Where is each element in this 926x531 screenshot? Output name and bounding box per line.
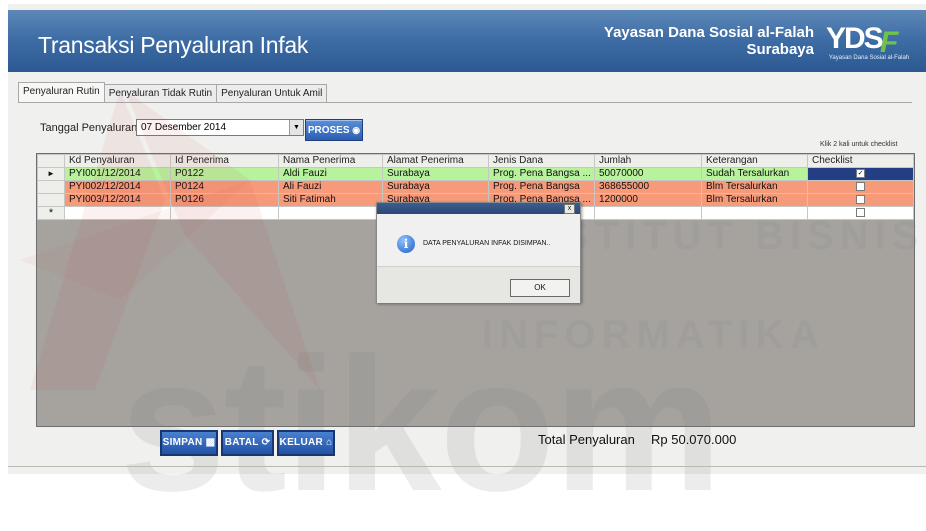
col-kd-penyaluran[interactable]: Kd Penyaluran (64, 154, 171, 168)
new-row-marker: * (37, 206, 65, 220)
table-row[interactable]: PYI002/12/2014 P0124 Ali Fauzi Surabaya … (37, 180, 914, 194)
total-label: Total Penyaluran (538, 432, 635, 447)
simpan-label: SIMPAN (162, 437, 203, 448)
tanggal-value: 07 Desember 2014 (141, 122, 227, 133)
tanggal-date-picker[interactable]: 07 Desember 2014 ▼ (136, 119, 304, 136)
tab-bar: Penyaluran Rutin Penyaluran Tidak Rutin … (18, 82, 328, 102)
save-icon: ▩ (205, 437, 216, 448)
info-icon: i (397, 235, 415, 253)
checklist-checkbox[interactable] (856, 207, 865, 217)
org-name-line1: Yayasan Dana Sosial al-Falah (603, 24, 814, 41)
tanggal-label: Tanggal Penyaluran (40, 122, 138, 134)
dialog-message: DATA PENYALURAN INFAK DISIMPAN.. (423, 240, 551, 247)
cell-empty[interactable] (64, 206, 171, 220)
dropdown-arrow-icon[interactable]: ▼ (289, 120, 303, 135)
cell-id[interactable]: P0124 (170, 180, 279, 194)
cell-empty[interactable] (278, 206, 383, 220)
cell-empty[interactable] (170, 206, 279, 220)
checklist-checkbox[interactable] (856, 181, 865, 191)
row-header[interactable] (37, 180, 65, 194)
col-id-penerima[interactable]: Id Penerima (170, 154, 279, 168)
tab-divider (18, 102, 912, 103)
cell-id[interactable]: P0122 (170, 167, 279, 181)
col-alamat-penerima[interactable]: Alamat Penerima (382, 154, 489, 168)
current-row-arrow-icon[interactable]: ► (37, 167, 65, 181)
ok-button[interactable]: OK (510, 279, 570, 297)
cell-keterangan[interactable]: Blm Tersalurkan (701, 193, 808, 207)
cell-nama[interactable]: Ali Fauzi (278, 180, 383, 194)
keluar-button[interactable]: KELUAR ⌂ (277, 430, 335, 456)
cell-checklist[interactable] (807, 180, 914, 194)
close-icon[interactable]: x (564, 204, 575, 214)
col-keterangan[interactable]: Keterangan (701, 154, 808, 168)
cell-jenis[interactable]: Prog. Pena Bangsa ... (488, 167, 595, 181)
cell-keterangan[interactable]: Blm Tersalurkan (701, 180, 808, 194)
cell-kd[interactable]: PYI001/12/2014 (64, 167, 171, 181)
cell-jumlah[interactable]: 368655000 (594, 180, 702, 194)
batal-button[interactable]: BATAL ⟳ (221, 430, 274, 456)
col-jumlah[interactable]: Jumlah (594, 154, 702, 168)
cell-checklist[interactable]: ✓ (807, 167, 914, 181)
org-name-line2: Surabaya (746, 41, 814, 58)
col-checklist[interactable]: Checklist (807, 154, 914, 168)
organization-name: Yayasan Dana Sosial al-Falah Surabaya (604, 24, 814, 58)
tab-penyaluran-rutin[interactable]: Penyaluran Rutin (18, 82, 105, 102)
cell-nama[interactable]: Aldi Fauzi (278, 167, 383, 181)
svg-text:YDS: YDS (826, 22, 883, 55)
cell-nama[interactable]: Siti Fatimah (278, 193, 383, 207)
cell-empty[interactable] (594, 206, 702, 220)
message-dialog: x i DATA PENYALURAN INFAK DISIMPAN.. OK (376, 202, 581, 303)
tab-penyaluran-untuk-amil[interactable]: Penyaluran Untuk Amil (216, 84, 328, 102)
cell-alamat[interactable]: Surabaya (382, 180, 489, 194)
proses-button[interactable]: PROSES ◉ (305, 119, 363, 141)
checklist-checkbox-checked[interactable]: ✓ (856, 168, 865, 178)
cell-id[interactable]: P0126 (170, 193, 279, 207)
cell-checklist[interactable] (807, 193, 914, 207)
cell-kd[interactable]: PYI003/12/2014 (64, 193, 171, 207)
grid-header-row: Kd Penyaluran Id Penerima Nama Penerima … (37, 154, 914, 168)
cell-kd[interactable]: PYI002/12/2014 (64, 180, 171, 194)
cell-empty[interactable] (701, 206, 808, 220)
cell-checklist[interactable] (807, 206, 914, 220)
col-jenis-dana[interactable]: Jenis Dana (488, 154, 595, 168)
cell-jumlah[interactable]: 1200000 (594, 193, 702, 207)
proses-icon: ◉ (352, 125, 361, 135)
cell-keterangan[interactable]: Sudah Tersalurkan (701, 167, 808, 181)
page-title: Transaksi Penyaluran Infak (38, 32, 309, 58)
cell-jenis[interactable]: Prog. Pena Bangsa (488, 180, 595, 194)
checklist-hint: Klik 2 kali untuk checklist (820, 141, 898, 148)
table-row[interactable]: ► PYI001/12/2014 P0122 Aldi Fauzi Suraba… (37, 167, 914, 181)
batal-label: BATAL (224, 437, 259, 448)
logo-subtext: Yayasan Dana Sosial al-Falah (828, 55, 910, 61)
bottom-divider (8, 466, 926, 467)
col-nama-penerima[interactable]: Nama Penerima (278, 154, 383, 168)
simpan-button[interactable]: SIMPAN ▩ (160, 430, 218, 456)
ydsf-logo: YDS F Yayasan Dana Sosial al-Falah (824, 18, 914, 64)
dialog-titlebar[interactable]: x (377, 203, 580, 214)
ydsf-logo-icon: YDS F (826, 22, 899, 59)
proses-label: PROSES (307, 125, 350, 136)
checklist-checkbox[interactable] (856, 194, 865, 204)
svg-text:F: F (880, 26, 899, 58)
cell-alamat[interactable]: Surabaya (382, 167, 489, 181)
row-header-corner (37, 154, 65, 168)
refresh-icon: ⟳ (261, 437, 271, 448)
total-value: Rp 50.070.000 (651, 432, 737, 447)
cell-jumlah[interactable]: 50070000 (594, 167, 702, 181)
keluar-label: KELUAR (279, 437, 324, 448)
home-icon: ⌂ (326, 437, 333, 448)
tab-penyaluran-tidak-rutin[interactable]: Penyaluran Tidak Rutin (103, 84, 218, 102)
app-header: Transaksi Penyaluran Infak Yayasan Dana … (8, 10, 926, 72)
row-header[interactable] (37, 193, 65, 207)
